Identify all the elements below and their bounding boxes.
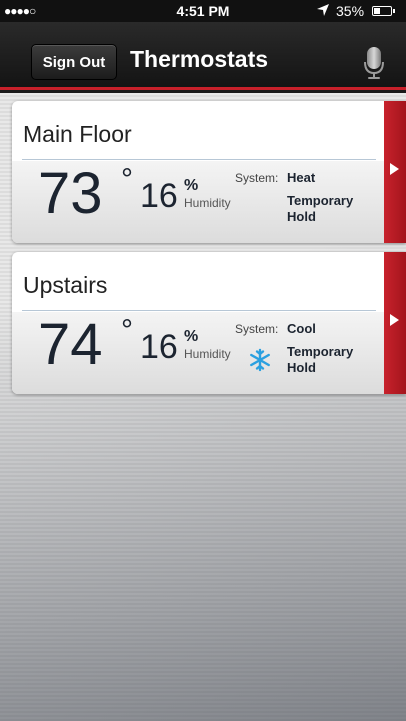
thermostat-readout: 73 ° 16 % Humidity System: Heat Temporar… [12,161,384,243]
card-disclosure[interactable] [384,101,406,243]
card-disclosure[interactable] [384,252,406,394]
divider [22,159,376,160]
battery-level [374,8,380,14]
humidity-label: Humidity [184,347,231,361]
system-label: System: [235,171,279,185]
system-label: System: [235,322,279,336]
humidity-label: Humidity [184,196,231,210]
current-temperature: 74 [38,312,103,377]
hold-status-line2: Hold [287,360,316,375]
current-temperature: 73 [38,161,103,226]
humidity-unit: % [184,177,199,194]
microphone-icon[interactable] [362,46,386,80]
battery-tip [393,9,395,13]
divider [22,310,376,311]
thermostat-readout: 74 ° 16 % Humidity System: Cool Temporar… [12,312,384,394]
battery-icon [372,6,392,16]
nav-bar: Sign Out Thermostats [0,22,406,90]
thermostat-name: Main Floor [23,121,132,147]
snowflake-icon [248,348,272,372]
thermostat-card-upstairs[interactable]: Upstairs 74 ° 16 % Humidity System: Cool… [12,252,406,394]
thermostat-card-main-floor[interactable]: Main Floor 73 ° 16 % Humidity System: He… [12,101,406,243]
hold-status: Temporary Hold [287,193,367,225]
battery-percent: 35% [336,3,365,19]
degree-symbol: ° [121,163,133,196]
sign-out-button[interactable]: Sign Out [31,44,117,80]
system-mode: Cool [287,321,316,336]
degree-symbol: ° [121,314,133,347]
chevron-right-icon [390,314,399,326]
humidity-value: 16 [140,328,178,366]
system-mode: Heat [287,170,316,185]
page-title: Thermostats [130,46,269,72]
hold-status-line1: Temporary [287,344,354,359]
status-bar: ●●●●○ 4:51 PM 35% [0,0,406,22]
hold-status: Temporary Hold [287,344,367,376]
hold-status-line1: Temporary [287,193,354,208]
humidity-value: 16 [140,177,178,215]
hold-status-line2: Hold [287,209,316,224]
humidity-unit: % [184,328,199,345]
location-arrow-icon [316,3,330,20]
thermostat-name: Upstairs [23,272,108,298]
thermostat-list: Main Floor 73 ° 16 % Humidity System: He… [0,93,406,721]
chevron-right-icon [390,163,399,175]
